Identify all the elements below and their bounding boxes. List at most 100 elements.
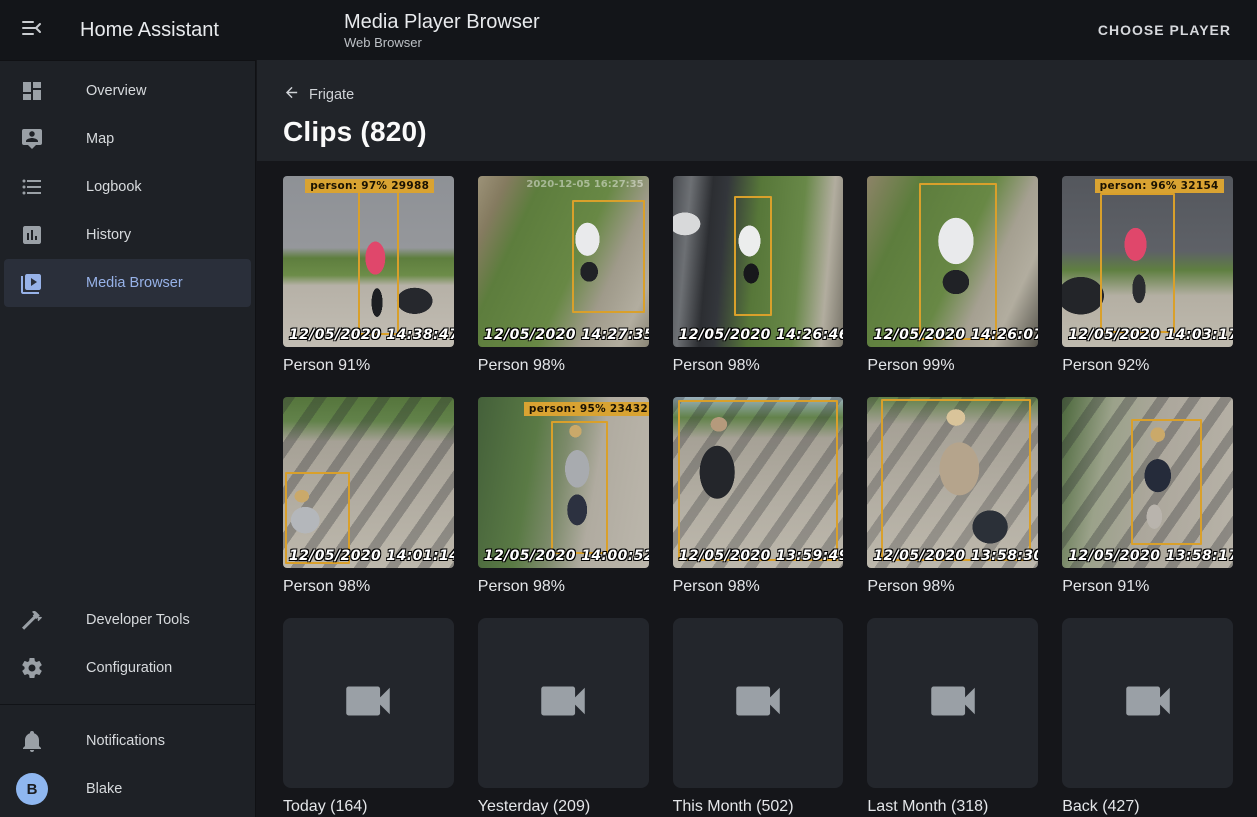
detection-bounding-box	[734, 196, 772, 316]
page-heading: Clips (820)	[283, 116, 1233, 148]
clip-item[interactable]: 12/05/2020 14:26:07 Person 99%	[867, 176, 1038, 375]
clip-label: Person 91%	[1062, 578, 1233, 596]
sidebar-item-logbook[interactable]: Logbook	[4, 163, 251, 211]
clip-item[interactable]: 12/05/2020 14:26:46 Person 98%	[673, 176, 844, 375]
clip-thumbnail[interactable]: 12/05/2020 14:26:46	[673, 176, 844, 347]
clip-timestamp: 12/05/2020 13:59:49	[679, 548, 844, 564]
media-browser-panel: Frigate Clips (820) person: 97% 29988 12…	[257, 60, 1257, 817]
camera-osd-text: 2020-12-05 16:27:35	[526, 179, 643, 190]
arrow-left-icon	[283, 84, 309, 105]
folder-thumbnail[interactable]	[283, 618, 454, 789]
avatar: B	[16, 773, 48, 805]
clip-item[interactable]: 12/05/2020 13:58:17 Person 91%	[1062, 397, 1233, 596]
detection-tag: person: 96% 32154	[1095, 179, 1224, 193]
video-camera-icon	[339, 672, 397, 735]
sidebar-header: Home Assistant	[0, 0, 256, 60]
clip-item[interactable]: 12/05/2020 13:59:49 Person 98%	[673, 397, 844, 596]
folder-item-this-month[interactable]: This Month (502)	[673, 618, 844, 817]
sidebar-item-label: Logbook	[86, 179, 142, 195]
choose-player-button[interactable]: CHOOSE PLAYER	[1088, 14, 1241, 46]
clip-thumbnail[interactable]: 12/05/2020 13:58:30	[867, 397, 1038, 568]
chart-box-icon	[20, 223, 44, 247]
media-grid: person: 97% 29988 12/05/2020 14:38:47 Pe…	[257, 161, 1257, 817]
sidebar-item-label: Developer Tools	[86, 612, 190, 628]
sidebar-item-label: Overview	[86, 83, 146, 99]
folder-label: Today (164)	[283, 798, 454, 816]
detection-bounding-box	[919, 183, 998, 340]
sidebar-item-configuration[interactable]: Configuration	[4, 644, 251, 692]
clip-label: Person 91%	[283, 357, 454, 375]
clip-thumbnail[interactable]: 12/05/2020 13:58:17	[1062, 397, 1233, 568]
clip-timestamp: 12/05/2020 14:03:17	[1068, 327, 1233, 343]
sidebar: Overview Map Logbook History Media Brows…	[0, 60, 256, 817]
clip-label: Person 98%	[283, 578, 454, 596]
sidebar-item-notifications[interactable]: Notifications	[4, 717, 251, 765]
gear-icon	[20, 656, 44, 680]
bell-icon	[20, 729, 44, 753]
panel-header: Media Player Browser Web Browser CHOOSE …	[256, 0, 1257, 60]
clip-thumbnail[interactable]: person: 95% 23432 12/05/2020 14:00:52	[478, 397, 649, 568]
clip-thumbnail[interactable]: person: 96% 32154 12/05/2020 14:03:17	[1062, 176, 1233, 347]
folder-thumbnail[interactable]	[867, 618, 1038, 789]
clip-timestamp: 12/05/2020 14:26:07	[873, 327, 1038, 343]
clip-item[interactable]: person: 96% 32154 12/05/2020 14:03:17 Pe…	[1062, 176, 1233, 375]
detection-bounding-box	[1100, 193, 1175, 333]
clip-timestamp: 12/05/2020 13:58:30	[873, 548, 1038, 564]
clip-timestamp: 12/05/2020 14:38:47	[289, 327, 454, 343]
sidebar-item-label: Configuration	[86, 660, 172, 676]
detection-bounding-box	[572, 200, 645, 313]
user-name: Blake	[86, 781, 122, 797]
media-browser-header: Frigate Clips (820)	[257, 60, 1257, 161]
sidebar-item-developer-tools[interactable]: Developer Tools	[4, 596, 251, 644]
clip-timestamp: 12/05/2020 13:58:17	[1068, 548, 1233, 564]
breadcrumb-back[interactable]: Frigate	[283, 84, 1233, 105]
menu-open-icon	[20, 16, 44, 45]
clip-timestamp: 12/05/2020 14:00:52	[484, 548, 649, 564]
folder-item-last-month[interactable]: Last Month (318)	[867, 618, 1038, 817]
clip-thumbnail[interactable]: 12/05/2020 13:59:49	[673, 397, 844, 568]
folder-label: Last Month (318)	[867, 798, 1038, 816]
folder-thumbnail[interactable]	[673, 618, 844, 789]
clip-label: Person 98%	[478, 578, 649, 596]
clip-item[interactable]: person: 97% 29988 12/05/2020 14:38:47 Pe…	[283, 176, 454, 375]
video-camera-icon	[534, 672, 592, 735]
detection-bounding-box	[678, 400, 839, 561]
clip-thumbnail[interactable]: 12/05/2020 14:26:07	[867, 176, 1038, 347]
video-camera-icon	[924, 672, 982, 735]
folder-item-yesterday[interactable]: Yesterday (209)	[478, 618, 649, 817]
clip-item[interactable]: 12/05/2020 13:58:30 Person 98%	[867, 397, 1038, 596]
sidebar-item-label: Media Browser	[86, 275, 183, 291]
detection-bounding-box	[1131, 419, 1203, 545]
sidebar-item-map[interactable]: Map	[4, 115, 251, 163]
folder-thumbnail[interactable]	[1062, 618, 1233, 789]
breadcrumb-label: Frigate	[309, 87, 354, 103]
sidebar-item-overview[interactable]: Overview	[4, 67, 251, 115]
sidebar-item-history[interactable]: History	[4, 211, 251, 259]
clip-thumbnail[interactable]: 2020-12-05 16:27:35 12/05/2020 14:27:35	[478, 176, 649, 347]
folder-thumbnail[interactable]	[478, 618, 649, 789]
account-location-icon	[20, 127, 44, 151]
clip-label: Person 98%	[673, 578, 844, 596]
folder-item-today[interactable]: Today (164)	[283, 618, 454, 817]
sidebar-item-user-profile[interactable]: B Blake	[4, 765, 251, 813]
clip-thumbnail[interactable]: person: 97% 29988 12/05/2020 14:38:47	[283, 176, 454, 347]
sidebar-item-label: Notifications	[86, 733, 165, 749]
clip-item[interactable]: 2020-12-05 16:27:35 12/05/2020 14:27:35 …	[478, 176, 649, 375]
list-bulleted-icon	[20, 175, 44, 199]
clip-item[interactable]: person: 95% 23432 12/05/2020 14:00:52 Pe…	[478, 397, 649, 596]
clip-label: Person 98%	[673, 357, 844, 375]
sidebar-toggle-button[interactable]	[8, 6, 56, 54]
folder-item-back[interactable]: Back (427)	[1062, 618, 1233, 817]
detection-bounding-box	[881, 399, 1031, 561]
play-box-multiple-icon	[20, 271, 44, 295]
clip-item[interactable]: 12/05/2020 14:01:14 Person 98%	[283, 397, 454, 596]
detection-tag: person: 95% 23432	[524, 402, 649, 416]
folder-label: Yesterday (209)	[478, 798, 649, 816]
sidebar-item-media-browser[interactable]: Media Browser	[4, 259, 251, 307]
clip-thumbnail[interactable]: 12/05/2020 14:01:14	[283, 397, 454, 568]
detection-bounding-box	[551, 421, 607, 554]
folder-label: Back (427)	[1062, 798, 1233, 816]
clip-label: Person 99%	[867, 357, 1038, 375]
clip-label: Person 98%	[867, 578, 1038, 596]
app-title: Home Assistant	[80, 19, 219, 42]
